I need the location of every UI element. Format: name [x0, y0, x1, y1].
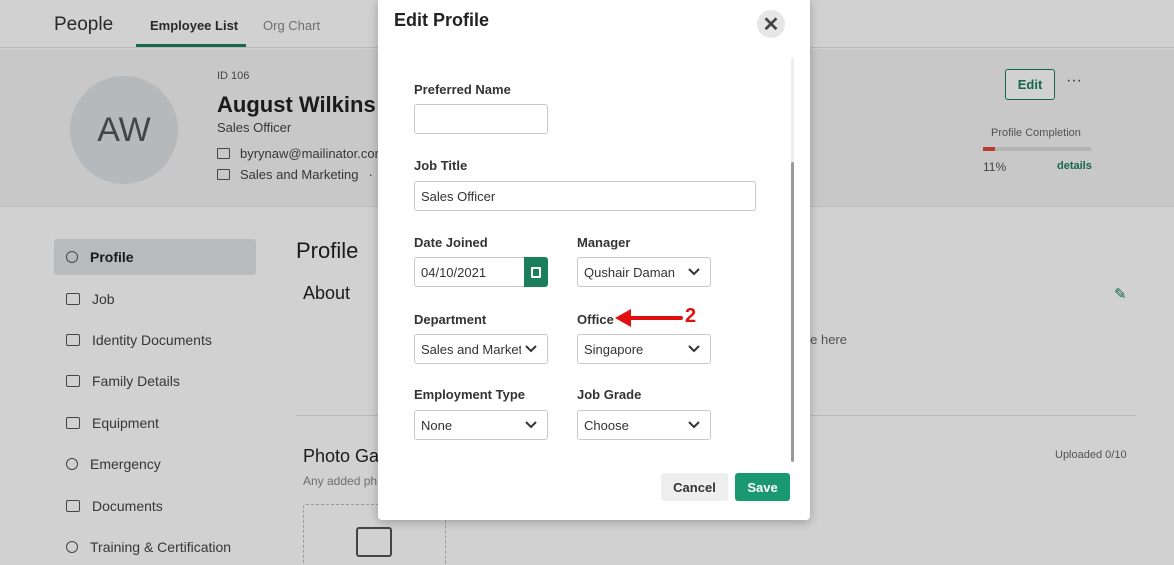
annotation-step-number: 2: [685, 305, 697, 327]
calendar-icon: [531, 266, 541, 278]
department-label: Department: [414, 312, 487, 327]
office-label: Office: [577, 312, 614, 327]
job-grade-select-value: Choose: [584, 417, 629, 433]
modal-scrollbar[interactable]: [791, 58, 794, 462]
employment-type-select[interactable]: None: [414, 410, 548, 440]
manager-select[interactable]: Qushair Daman: [577, 257, 711, 287]
edit-profile-modal: Edit Profile ✕ Preferred Name Job Title …: [378, 0, 810, 520]
cancel-button[interactable]: Cancel: [661, 473, 728, 501]
office-select[interactable]: Singapore: [577, 334, 711, 364]
manager-label: Manager: [577, 235, 631, 250]
department-select[interactable]: Sales and Marketing: [414, 334, 548, 364]
office-select-value: Singapore: [584, 341, 644, 357]
job-grade-label: Job Grade: [577, 387, 642, 402]
job-title-label: Job Title: [414, 158, 468, 173]
manager-select-value: Qushair Daman: [584, 264, 676, 280]
preferred-name-label: Preferred Name: [414, 82, 511, 97]
department-select-value: Sales and Marketing: [421, 341, 521, 357]
job-title-input[interactable]: [414, 181, 756, 211]
employment-type-select-value: None: [421, 417, 453, 433]
date-joined-input[interactable]: [414, 257, 526, 287]
date-joined-label: Date Joined: [414, 235, 488, 250]
job-grade-select[interactable]: Choose: [577, 410, 711, 440]
date-picker-button[interactable]: [524, 257, 548, 287]
close-icon: ✕: [762, 13, 780, 36]
chevron-down-icon: [688, 421, 700, 429]
chevron-down-icon: [525, 421, 537, 429]
employment-type-label: Employment Type: [414, 387, 526, 402]
chevron-down-icon: [525, 345, 537, 353]
save-button[interactable]: Save: [735, 473, 790, 501]
modal-title: Edit Profile: [394, 10, 490, 30]
annotation-arrow-icon: [615, 309, 683, 327]
modal-scrollbar-thumb[interactable]: [791, 162, 794, 462]
chevron-down-icon: [688, 268, 700, 276]
chevron-down-icon: [688, 345, 700, 353]
close-button[interactable]: ✕: [757, 10, 785, 38]
preferred-name-input[interactable]: [414, 104, 548, 134]
